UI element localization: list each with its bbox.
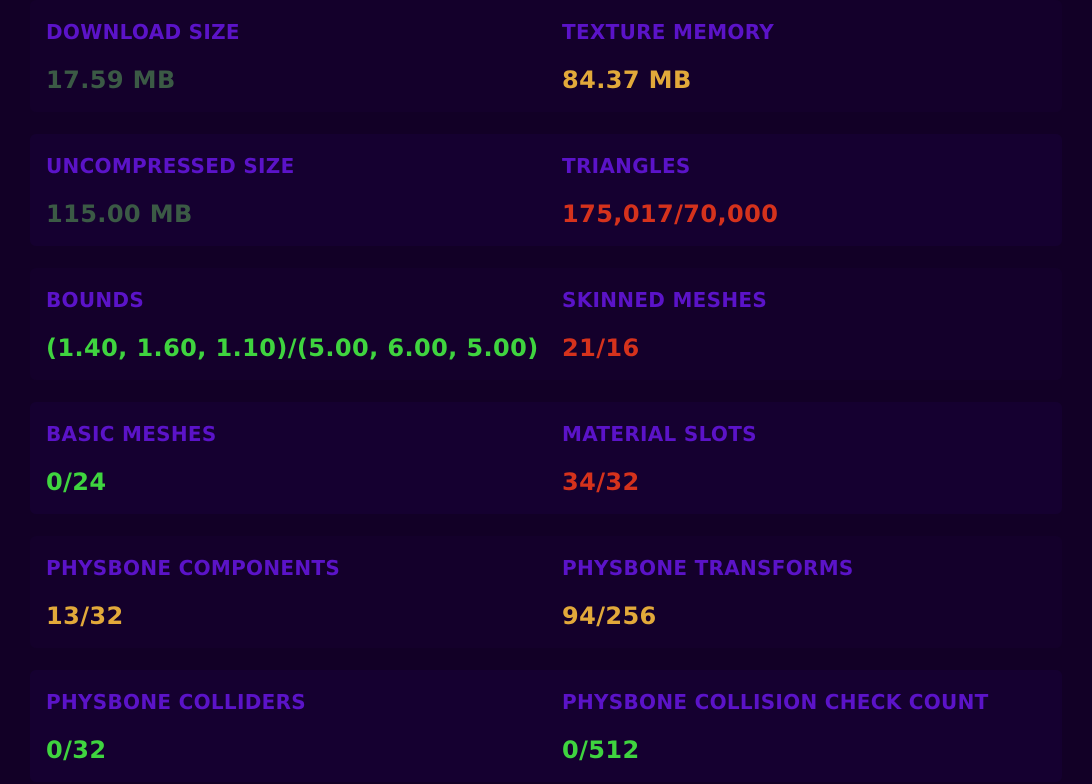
stat-label: SKINNED MESHES bbox=[562, 288, 768, 312]
stat-bounds: BOUNDS (1.40, 1.60, 1.10)/(5.00, 6.00, 5… bbox=[46, 268, 546, 380]
stat-value: 0/24 bbox=[46, 468, 107, 496]
stat-value: 13/32 bbox=[46, 602, 124, 630]
stat-label: PHYSBONE TRANSFORMS bbox=[562, 556, 854, 580]
stat-row-download-texture: DOWNLOAD SIZE 17.59 MB TEXTURE MEMORY 84… bbox=[30, 0, 1062, 112]
stat-value: 34/32 bbox=[562, 468, 640, 496]
stat-label: BASIC MESHES bbox=[46, 422, 217, 446]
stat-value: 17.59 MB bbox=[46, 66, 176, 94]
performance-stats-panel: DOWNLOAD SIZE 17.59 MB TEXTURE MEMORY 84… bbox=[0, 0, 1092, 784]
stat-row-physbone-components-transforms: PHYSBONE COMPONENTS 13/32 PHYSBONE TRANS… bbox=[30, 536, 1062, 648]
stat-value: (1.40, 1.60, 1.10)/(5.00, 6.00, 5.00) bbox=[46, 334, 539, 362]
stat-label: UNCOMPRESSED SIZE bbox=[46, 154, 295, 178]
stat-label: PHYSBONE COMPONENTS bbox=[46, 556, 341, 580]
stat-label: MATERIAL SLOTS bbox=[562, 422, 757, 446]
stat-value: 175,017/70,000 bbox=[562, 200, 779, 228]
stat-label: TRIANGLES bbox=[562, 154, 691, 178]
stat-basic-meshes: BASIC MESHES 0/24 bbox=[46, 402, 546, 514]
stat-value: 115.00 MB bbox=[46, 200, 193, 228]
stat-triangles: TRIANGLES 175,017/70,000 bbox=[562, 134, 1062, 246]
stat-physbone-colliders: PHYSBONE COLLIDERS 0/32 bbox=[46, 670, 546, 782]
stat-row-basic-material: BASIC MESHES 0/24 MATERIAL SLOTS 34/32 bbox=[30, 402, 1062, 514]
stat-texture-memory: TEXTURE MEMORY 84.37 MB bbox=[562, 0, 1062, 112]
stat-row-physbone-colliders-checks: PHYSBONE COLLIDERS 0/32 PHYSBONE COLLISI… bbox=[30, 670, 1062, 782]
stat-label: PHYSBONE COLLISION CHECK COUNT bbox=[562, 690, 989, 714]
stat-value: 21/16 bbox=[562, 334, 640, 362]
stat-value: 0/32 bbox=[46, 736, 107, 764]
stat-physbone-components: PHYSBONE COMPONENTS 13/32 bbox=[46, 536, 546, 648]
stat-label: PHYSBONE COLLIDERS bbox=[46, 690, 306, 714]
stat-physbone-collision-check-count: PHYSBONE COLLISION CHECK COUNT 0/512 bbox=[562, 670, 1062, 782]
stat-label: DOWNLOAD SIZE bbox=[46, 20, 240, 44]
stat-value: 0/512 bbox=[562, 736, 640, 764]
stat-row-bounds-skinned: BOUNDS (1.40, 1.60, 1.10)/(5.00, 6.00, 5… bbox=[30, 268, 1062, 380]
stat-uncompressed-size: UNCOMPRESSED SIZE 115.00 MB bbox=[46, 134, 546, 246]
stat-label: BOUNDS bbox=[46, 288, 145, 312]
stat-value: 84.37 MB bbox=[562, 66, 692, 94]
stat-download-size: DOWNLOAD SIZE 17.59 MB bbox=[46, 0, 546, 112]
stat-label: TEXTURE MEMORY bbox=[562, 20, 775, 44]
stat-physbone-transforms: PHYSBONE TRANSFORMS 94/256 bbox=[562, 536, 1062, 648]
stat-material-slots: MATERIAL SLOTS 34/32 bbox=[562, 402, 1062, 514]
stat-row-uncompressed-triangles: UNCOMPRESSED SIZE 115.00 MB TRIANGLES 17… bbox=[30, 134, 1062, 246]
stat-skinned-meshes: SKINNED MESHES 21/16 bbox=[562, 268, 1062, 380]
stat-value: 94/256 bbox=[562, 602, 657, 630]
